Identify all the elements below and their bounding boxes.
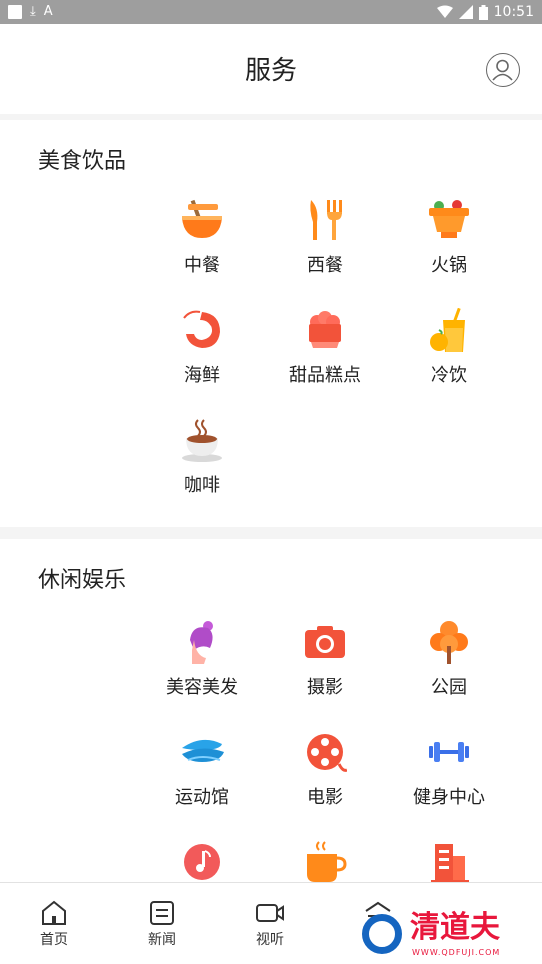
fork-knife-icon xyxy=(310,200,342,240)
status-left-icons: ⤓ A xyxy=(8,4,53,20)
section-leisure-entertainment: 休闲娱乐 美容美发 摄影 公园 运动馆 电影 健身中心 xyxy=(0,539,542,882)
stadium-icon xyxy=(182,739,224,762)
beauty-hair-icon xyxy=(190,621,213,664)
item-label: 西餐 xyxy=(307,255,343,276)
news-icon xyxy=(150,901,174,925)
item-label: 美容美发 xyxy=(166,677,238,698)
service-item-tea[interactable] xyxy=(263,840,387,882)
item-label: 冷饮 xyxy=(431,365,467,386)
item-label: 火锅 xyxy=(431,255,467,276)
service-item-chinese-food[interactable]: 中餐 xyxy=(140,198,264,294)
a-notification-icon: A xyxy=(43,4,53,19)
camera-icon xyxy=(305,626,345,658)
item-label: 咖啡 xyxy=(184,475,220,496)
tea-cup-icon xyxy=(307,841,347,882)
video-icon xyxy=(256,904,284,922)
battery-icon xyxy=(478,4,488,20)
item-label: 甜品糕点 xyxy=(289,365,361,386)
service-item-stadium[interactable]: 运动馆 xyxy=(140,730,264,826)
user-avatar-button[interactable] xyxy=(486,53,520,87)
status-right-icons: 10:51 xyxy=(436,3,534,21)
item-label: 海鲜 xyxy=(184,365,220,386)
tab-label: 首页 xyxy=(40,932,68,948)
notification-square-icon xyxy=(8,5,22,19)
item-label: 公园 xyxy=(431,677,467,698)
cold-drink-icon xyxy=(430,308,465,352)
service-item-western-food[interactable]: 西餐 xyxy=(263,198,387,294)
item-label: 电影 xyxy=(307,787,343,808)
page-header: 服务 xyxy=(0,24,542,114)
coffee-cup-icon xyxy=(182,419,222,462)
tab-label: 新闻 xyxy=(148,932,176,948)
watermark-text: 清道夫 xyxy=(410,910,500,945)
service-item-hotpot[interactable]: 火锅 xyxy=(387,198,511,294)
shrimp-icon xyxy=(183,310,220,348)
section-food-drinks: 美食饮品 中餐 西餐 火锅 海鲜 甜品糕点 冷饮 咖啡 xyxy=(0,120,542,527)
download-icon: ⤓ xyxy=(30,4,36,19)
item-label: 中餐 xyxy=(184,255,220,276)
wifi-icon xyxy=(436,5,453,18)
film-reel-icon xyxy=(307,734,347,772)
music-icon xyxy=(184,844,220,880)
tab-news[interactable]: 新闻 xyxy=(108,897,216,957)
item-label: 运动馆 xyxy=(175,787,229,808)
hotpot-icon xyxy=(429,200,469,238)
tree-icon xyxy=(430,621,468,664)
service-item-coffee[interactable]: 咖啡 xyxy=(140,418,264,514)
service-item-seafood[interactable]: 海鲜 xyxy=(140,308,264,404)
watermark-logo: 清道夫 WWW.QDFUJI.COM xyxy=(360,900,540,962)
tab-video[interactable]: 视听 xyxy=(216,897,324,957)
service-item-movie[interactable]: 电影 xyxy=(263,730,387,826)
service-item-beauty-hair[interactable]: 美容美发 xyxy=(140,620,264,716)
service-item-building[interactable] xyxy=(387,840,511,882)
service-item-dessert[interactable]: 甜品糕点 xyxy=(263,308,387,404)
q-logo-icon xyxy=(362,914,402,954)
user-icon xyxy=(492,59,513,81)
status-bar: ⤓ A 10:51 xyxy=(0,0,542,24)
status-time: 10:51 xyxy=(493,4,534,20)
page-title: 服务 xyxy=(244,56,297,86)
watermark-url: WWW.QDFUJI.COM xyxy=(412,948,501,957)
service-item-fitness-center[interactable]: 健身中心 xyxy=(387,730,511,826)
building-icon xyxy=(431,844,469,882)
service-item-cold-drink[interactable]: 冷饮 xyxy=(387,308,511,404)
service-item-park[interactable]: 公园 xyxy=(387,620,511,716)
section-title: 美食饮品 xyxy=(38,149,127,174)
section-title: 休闲娱乐 xyxy=(38,568,127,593)
item-label: 摄影 xyxy=(307,677,343,698)
tab-label: 视听 xyxy=(256,932,284,948)
home-icon xyxy=(42,900,66,925)
service-item-photography[interactable]: 摄影 xyxy=(263,620,387,716)
noodle-bowl-icon xyxy=(182,199,222,238)
dumbbell-icon xyxy=(429,742,469,762)
signal-icon xyxy=(458,5,473,19)
service-item-music[interactable] xyxy=(140,840,264,882)
item-label: 健身中心 xyxy=(413,787,485,808)
cake-icon xyxy=(309,311,341,348)
tab-home[interactable]: 首页 xyxy=(0,897,108,957)
